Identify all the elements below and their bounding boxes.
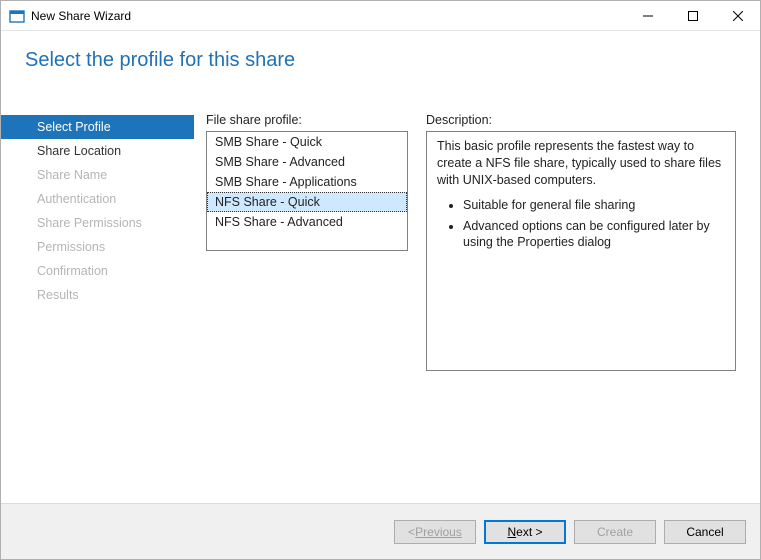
page-heading: Select the profile for this share <box>25 49 760 72</box>
description-bullet: Suitable for general file sharing <box>463 197 725 214</box>
wizard-steps: Select ProfileShare LocationShare NameAu… <box>1 101 194 497</box>
wizard-step: Share Name <box>1 163 194 187</box>
description-column: Description: This basic profile represen… <box>426 113 736 497</box>
description-bullet: Advanced options can be configured later… <box>463 218 725 252</box>
main-panel: Select ProfileShare LocationShare NameAu… <box>1 101 760 497</box>
profile-item[interactable]: SMB Share - Quick <box>207 132 407 152</box>
cancel-button[interactable]: Cancel <box>664 520 746 544</box>
description-intro: This basic profile represents the fastes… <box>437 138 725 189</box>
wizard-step[interactable]: Select Profile <box>1 115 194 139</box>
description-label: Description: <box>426 113 736 127</box>
header-panel: Select the profile for this share <box>1 31 760 101</box>
wizard-step: Permissions <box>1 235 194 259</box>
wizard-step: Authentication <box>1 187 194 211</box>
window-title: New Share Wizard <box>31 9 625 23</box>
profile-item[interactable]: NFS Share - Quick <box>207 192 407 212</box>
wizard-step: Results <box>1 283 194 307</box>
profile-list[interactable]: SMB Share - QuickSMB Share - AdvancedSMB… <box>206 131 408 251</box>
wizard-step: Confirmation <box>1 259 194 283</box>
wizard-step[interactable]: Share Location <box>1 139 194 163</box>
description-box: This basic profile represents the fastes… <box>426 131 736 371</box>
description-bullets: Suitable for general file sharing Advance… <box>437 197 725 252</box>
profile-item[interactable]: SMB Share - Advanced <box>207 152 407 172</box>
profile-item[interactable]: SMB Share - Applications <box>207 172 407 192</box>
next-button[interactable]: Next > <box>484 520 566 544</box>
minimize-button[interactable] <box>625 1 670 30</box>
window-buttons <box>625 1 760 30</box>
create-button[interactable]: Create <box>574 520 656 544</box>
title-bar: New Share Wizard <box>1 1 760 31</box>
footer-bar: < Previous Next > Create Cancel <box>1 503 760 559</box>
close-button[interactable] <box>715 1 760 30</box>
profile-list-label: File share profile: <box>206 113 408 127</box>
content-panel: File share profile: SMB Share - QuickSMB… <box>194 101 736 497</box>
app-icon <box>9 8 25 24</box>
maximize-button[interactable] <box>670 1 715 30</box>
profile-column: File share profile: SMB Share - QuickSMB… <box>206 113 408 497</box>
previous-button[interactable]: < Previous <box>394 520 476 544</box>
wizard-step: Share Permissions <box>1 211 194 235</box>
profile-item[interactable]: NFS Share - Advanced <box>207 212 407 232</box>
